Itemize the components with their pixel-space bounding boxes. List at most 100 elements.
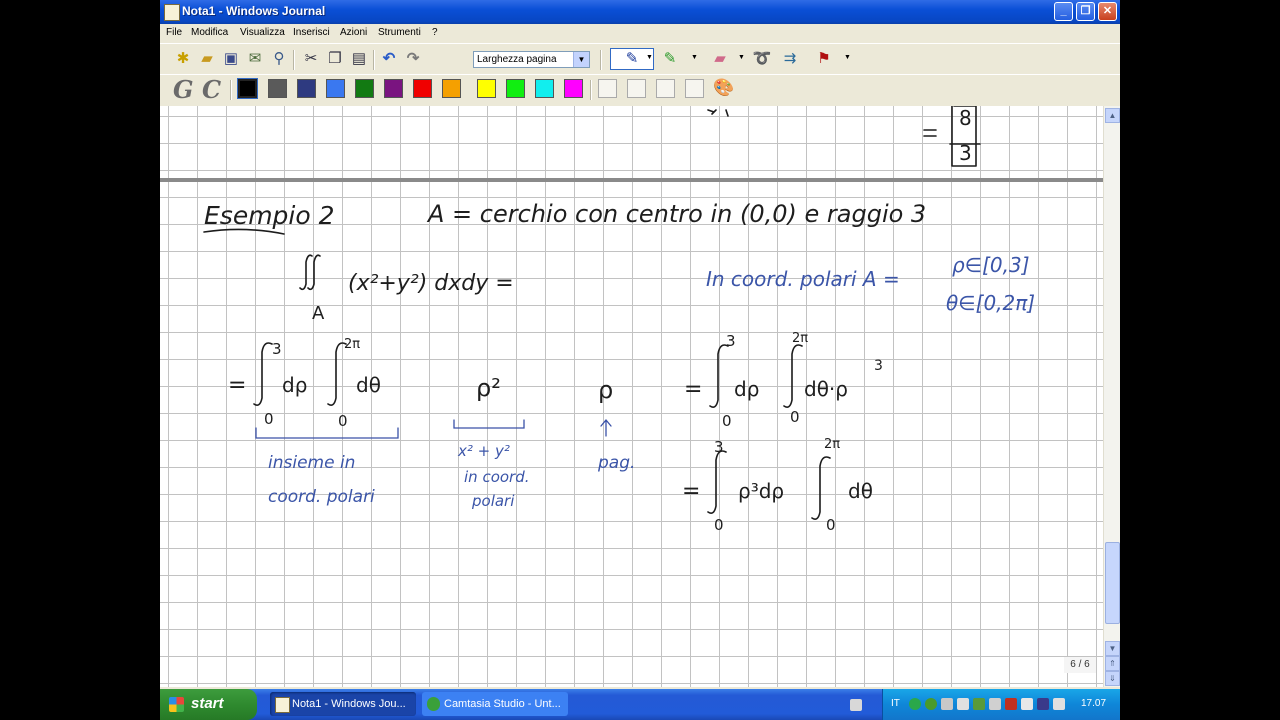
redo-icon[interactable]: ↷ [403,49,423,69]
step3-lower-limit-1: 0 [714,516,724,534]
window-title: Nota1 - Windows Journal [182,4,326,18]
step1-lower-limit-2: 0 [338,412,348,430]
step1-dtheta: dθ [356,373,381,397]
lasso-icon[interactable]: ➰ [752,49,772,69]
taskbar-item-camtasia-label: Camtasia Studio - Unt... [444,698,561,710]
windows-logo-icon [169,697,184,712]
volume-icon[interactable] [1053,698,1065,710]
color-purple[interactable] [384,79,403,98]
system-tray: IT 17.07 [882,689,1120,720]
pen-dropdown-icon[interactable]: ▼ [646,54,653,61]
tray-app-icon[interactable] [941,698,953,710]
color-lime[interactable] [506,79,525,98]
tray-green-icon[interactable] [973,698,985,710]
highlighter-icon[interactable]: ✎ [660,49,680,69]
rho-range: ρ∈[0,3] [952,253,1030,277]
tray-red-icon[interactable] [1005,698,1017,710]
taskbar-item-journal[interactable]: Nota1 - Windows Jou... [270,692,416,716]
menu-bar: File Modifica Visualizza Inserisci Azion… [160,24,1120,42]
rho-jacobian: ρ [598,376,613,404]
scroll-down-icon[interactable]: ▼ [1105,641,1120,656]
maximize-button[interactable]: ❐ [1076,2,1095,21]
eraser-dropdown-icon[interactable]: ▼ [738,54,745,61]
next-page-icon[interactable]: ⇓ [1105,671,1120,686]
highlighter-dropdown-icon[interactable]: ▼ [691,54,698,61]
tray-blue-icon[interactable] [1037,698,1049,710]
menu-file[interactable]: File [166,27,182,38]
step1-drho: dρ [282,373,307,397]
color-gray[interactable] [268,79,287,98]
handwriting-layer: 8 3 Esempio 2 A = cerchio con centro in … [203,106,1035,534]
start-button[interactable]: start [160,689,257,720]
color-magenta[interactable] [564,79,583,98]
annotation-domain-line1: insieme in [268,453,355,473]
color-custom-4[interactable] [685,79,704,98]
annotation-integrand-line2: in coord. [464,468,530,486]
new-note-icon[interactable]: ✱ [173,49,193,69]
brace-domain [255,427,399,439]
flag-dropdown-icon[interactable]: ▼ [844,54,851,61]
step1-lower-limit-1: 0 [264,410,274,428]
theta-range: θ∈[0,2π] [946,291,1035,315]
keyboard-icon[interactable] [850,699,862,711]
taskbar-item-camtasia[interactable]: Camtasia Studio - Unt... [422,692,568,716]
eraser-icon[interactable]: ▰ [710,49,730,69]
note-page[interactable]: 8 3 Esempio 2 A = cerchio con centro in … [160,106,1103,687]
minimize-button[interactable]: _ [1054,2,1073,21]
color-green[interactable] [355,79,374,98]
vertical-scrollbar[interactable]: ▲ ▼ ⇑ ⇓ [1103,106,1120,687]
network-icon[interactable] [909,698,921,710]
tray-tool-icon[interactable] [957,698,969,710]
paste-icon[interactable]: ▤ [349,49,369,69]
copy-icon[interactable]: ❐ [325,49,345,69]
color-red[interactable] [413,79,432,98]
step1-equals: = [228,373,246,398]
step1-upper-limit-2: 2π [344,337,360,352]
tray-monitor-icon[interactable] [1021,698,1033,710]
scroll-up-icon[interactable]: ▲ [1105,108,1120,123]
menu-inserisci[interactable]: Inserisci [293,27,330,38]
insert-space-icon[interactable]: ⇉ [780,49,800,69]
previous-page-icon[interactable]: ⇑ [1105,656,1120,671]
undo-icon[interactable]: ↶ [379,49,399,69]
cut-icon[interactable]: ✂ [301,49,321,69]
tray-printer-icon[interactable] [989,698,1001,710]
color-custom-1[interactable] [598,79,617,98]
journal-app-icon [164,4,180,21]
menu-help[interactable]: ? [432,27,438,38]
gesture-c-icon[interactable]: C [202,75,221,104]
color-custom-3[interactable] [656,79,675,98]
color-cyan[interactable] [535,79,554,98]
heading-underline [203,228,285,235]
gesture-g-icon[interactable]: G [173,75,194,104]
palette-icon[interactable]: 🎨 [713,78,734,98]
close-button[interactable]: ✕ [1098,2,1117,21]
step3-rho-cubed-drho: ρ³dρ [738,479,784,503]
menu-azioni[interactable]: Azioni [340,27,367,38]
color-blue[interactable] [326,79,345,98]
menu-modifica[interactable]: Modifica [191,27,228,38]
send-icon[interactable]: ✉ [245,49,265,69]
color-black[interactable] [237,78,258,99]
chevron-down-icon[interactable]: ▼ [573,52,589,67]
double-integral-sign [299,254,321,291]
flag-icon[interactable]: ⚑ [814,49,834,69]
color-yellow[interactable] [477,79,496,98]
color-orange[interactable] [442,79,461,98]
step3-upper-limit-2: 2π [824,437,840,452]
step3-dtheta: dθ [848,479,873,503]
antivirus-icon[interactable] [925,698,937,710]
color-custom-2[interactable] [627,79,646,98]
step2-lower-limit-2: 0 [790,408,800,426]
language-indicator[interactable]: IT [891,698,900,709]
menu-strumenti[interactable]: Strumenti [378,27,421,38]
camtasia-icon [427,697,440,711]
annotation-integrand-line1: x² + y² [457,442,510,460]
color-navy[interactable] [297,79,316,98]
save-icon[interactable]: ▣ [221,49,241,69]
zoom-select[interactable]: Larghezza pagina ▼ [473,51,590,68]
find-icon[interactable]: ⚲ [269,49,289,69]
open-icon[interactable]: ▰ [197,49,217,69]
scrollbar-thumb[interactable] [1105,542,1120,624]
menu-visualizza[interactable]: Visualizza [240,27,285,38]
